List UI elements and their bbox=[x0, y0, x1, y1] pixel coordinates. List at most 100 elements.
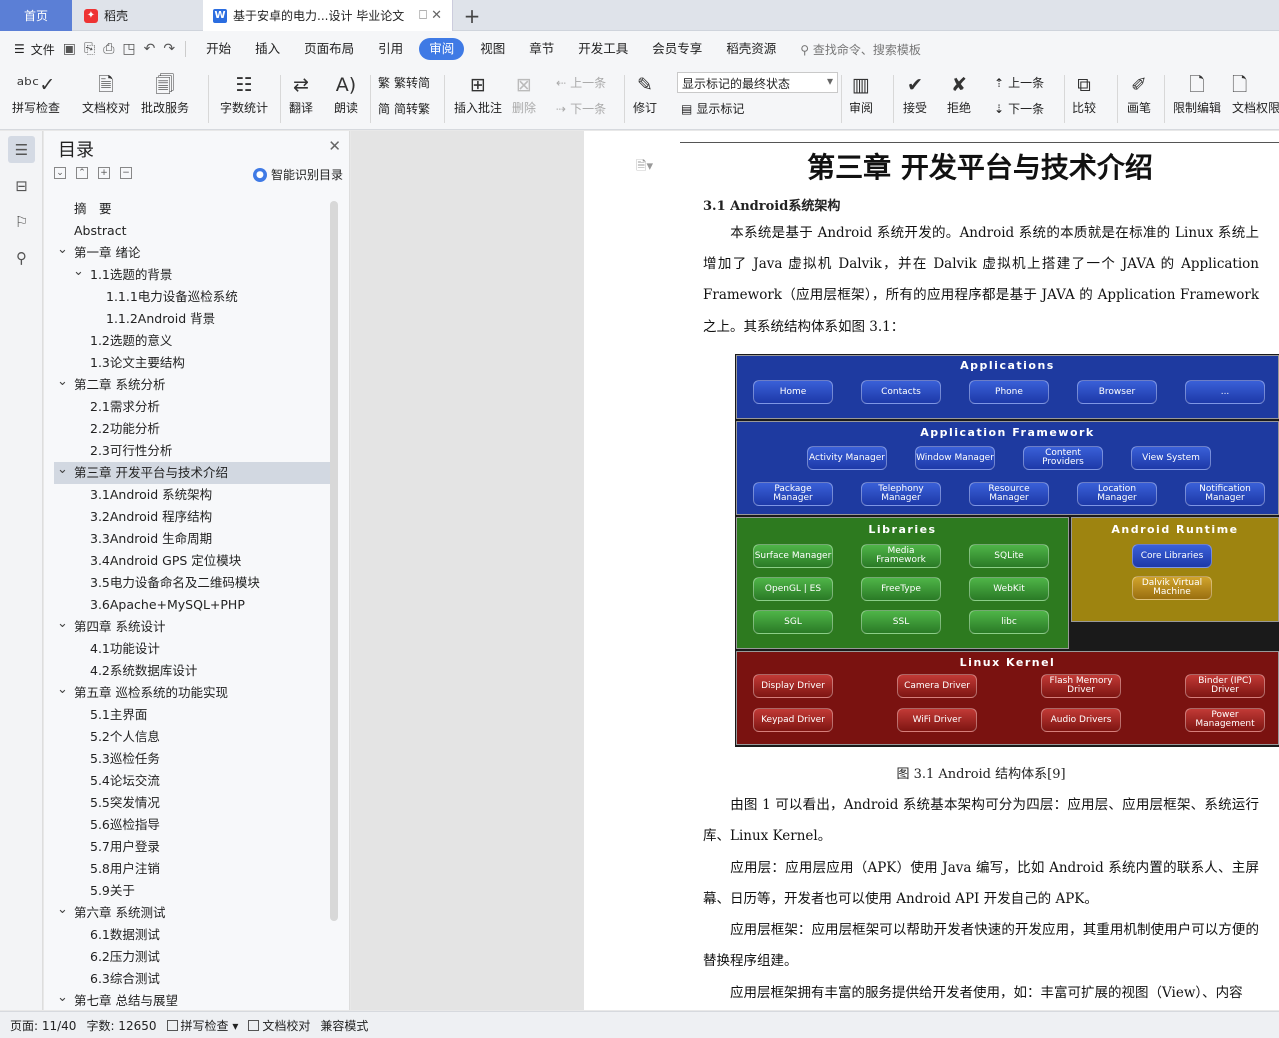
pen-button[interactable]: ✐ 画笔 bbox=[1127, 71, 1151, 116]
toc-item[interactable]: Abstract bbox=[54, 220, 330, 242]
toc-item[interactable]: 4.1功能设计 bbox=[54, 638, 330, 660]
toc-item[interactable]: 1.1.1电力设备巡检系统 bbox=[54, 286, 330, 308]
print-preview-icon[interactable]: ◳ bbox=[122, 41, 135, 57]
toc-item[interactable]: 5.5突发情况 bbox=[54, 792, 330, 814]
bookmark-icon[interactable]: ⚐ bbox=[8, 208, 35, 235]
toc-item[interactable]: ⌄ 第一章 绪论 bbox=[54, 242, 330, 264]
collapse-up-icon[interactable]: ⌃ bbox=[76, 167, 88, 179]
status-proofread[interactable]: 文档校对 bbox=[248, 1017, 310, 1034]
menu-tab[interactable]: 审阅 bbox=[419, 38, 465, 60]
toc-item[interactable]: 6.3综合测试 bbox=[54, 968, 330, 990]
toc-item[interactable]: 5.1主界面 bbox=[54, 704, 330, 726]
batch-service-button[interactable]: 🗐 批改服务 bbox=[141, 71, 189, 116]
toc-item[interactable]: ⌄ 第二章 系统分析 bbox=[54, 374, 330, 396]
command-search[interactable]: ⚲ 查找命令、搜索模板 bbox=[800, 41, 921, 58]
toc-item[interactable]: ⌄ 第七章 总结与展望 bbox=[54, 990, 330, 1012]
translate-button[interactable]: ⇄ 翻译 bbox=[289, 71, 313, 116]
toc-item[interactable]: ⌄ 1.1选题的背景 bbox=[54, 264, 330, 286]
toc-item[interactable]: 3.3Android 生命周期 bbox=[54, 528, 330, 550]
insert-comment-button[interactable]: ⊞ 插入批注 bbox=[454, 71, 502, 116]
toc-item[interactable]: ⌄ 第五章 巡检系统的功能实现 bbox=[54, 682, 330, 704]
toc-item[interactable]: 6.2压力测试 bbox=[54, 946, 330, 968]
chevron-down-icon[interactable]: ⌄ bbox=[57, 239, 68, 261]
search-icon[interactable]: ⚲ bbox=[8, 244, 35, 271]
toc-item[interactable]: 2.1需求分析 bbox=[54, 396, 330, 418]
toc-item[interactable]: 2.2功能分析 bbox=[54, 418, 330, 440]
redo-icon[interactable]: ↷ bbox=[163, 41, 175, 57]
toc-item[interactable]: 3.1Android 系统架构 bbox=[54, 484, 330, 506]
menu-tab[interactable]: 视图 bbox=[468, 38, 517, 60]
spell-check-button[interactable]: ᵃᵇᶜ✓ 拼写检查 bbox=[12, 71, 60, 116]
chevron-down-icon[interactable]: ⌄ bbox=[57, 679, 68, 701]
print-icon[interactable]: ⎙ bbox=[103, 41, 114, 57]
menu-tab[interactable]: 开始 bbox=[194, 38, 243, 60]
word-count-indicator[interactable]: 字数: 12650 bbox=[86, 1017, 156, 1034]
next-change-button[interactable]: ⇣ 下一条 bbox=[994, 100, 1044, 117]
save-icon[interactable]: ▣ bbox=[63, 41, 76, 57]
restrict-edit-button[interactable]: 🗋 限制编辑 bbox=[1173, 71, 1221, 116]
compare-button[interactable]: ⧉ 比较 bbox=[1072, 71, 1096, 116]
toc-item[interactable]: 3.6Apache+MySQL+PHP bbox=[54, 594, 330, 616]
menu-tab[interactable]: 开发工具 bbox=[566, 38, 640, 60]
close-icon[interactable]: ⎕ ✕ bbox=[419, 8, 442, 23]
menu-tab[interactable]: 引用 bbox=[366, 38, 415, 60]
menu-tab[interactable]: 页面布局 bbox=[292, 38, 366, 60]
review-pane-button[interactable]: ▥ 审阅 bbox=[849, 71, 873, 116]
tab-home[interactable]: 首页 bbox=[0, 0, 72, 31]
expand-down-icon[interactable]: ⌄ bbox=[54, 167, 66, 179]
delete-comment-button[interactable]: ⊠ 删除 bbox=[512, 71, 536, 116]
nav-pane-icon[interactable]: ⊟ bbox=[8, 172, 35, 199]
toc-item[interactable]: 5.4论坛交流 bbox=[54, 770, 330, 792]
show-markup-button[interactable]: ▤ 显示标记 bbox=[681, 100, 744, 117]
toc-item[interactable]: 3.5电力设备命名及二维码模块 bbox=[54, 572, 330, 594]
toc-item[interactable]: 5.7用户登录 bbox=[54, 836, 330, 858]
collapse-all-icon[interactable]: − bbox=[120, 167, 132, 179]
toc-item[interactable]: 3.4Android GPS 定位模块 bbox=[54, 550, 330, 572]
toc-item[interactable]: ⌄ 第四章 系统设计 bbox=[54, 616, 330, 638]
close-icon[interactable]: ✕ bbox=[328, 137, 341, 155]
word-count-button[interactable]: ☷ 字数统计 bbox=[220, 71, 268, 116]
toc-scrollbar[interactable] bbox=[330, 201, 338, 921]
toc-item[interactable]: 5.3巡检任务 bbox=[54, 748, 330, 770]
tab-document[interactable]: W 基于安卓的电力...设计 毕业论文 ⎕ ✕ bbox=[203, 0, 453, 31]
read-aloud-button[interactable]: A) 朗读 bbox=[334, 71, 358, 116]
toc-panel-icon[interactable]: ☰ bbox=[8, 136, 35, 163]
markup-state-select[interactable]: 显示标记的最终状态 bbox=[677, 72, 838, 93]
menu-tab[interactable]: 章节 bbox=[517, 38, 566, 60]
toc-item[interactable]: 3.2Android 程序结构 bbox=[54, 506, 330, 528]
tab-daoke[interactable]: ✦ 稻壳 bbox=[74, 0, 200, 31]
prev-change-button[interactable]: ⇡ 上一条 bbox=[994, 74, 1044, 91]
toc-item[interactable]: 5.6巡检指导 bbox=[54, 814, 330, 836]
toc-item[interactable]: 摘 要 bbox=[54, 198, 330, 220]
doc-permission-button[interactable]: 🗋 文档权限 bbox=[1232, 71, 1279, 116]
menu-tab[interactable]: 稻壳资源 bbox=[714, 38, 788, 60]
toc-item[interactable]: 1.3论文主要结构 bbox=[54, 352, 330, 374]
toc-item[interactable]: 1.2选题的意义 bbox=[54, 330, 330, 352]
prev-comment-button[interactable]: ⇠ 上一条 bbox=[556, 74, 606, 91]
toc-item-selected[interactable]: ⌄ 第三章 开发平台与技术介绍 bbox=[54, 462, 330, 484]
next-comment-button[interactable]: ⇢ 下一条 bbox=[556, 100, 606, 117]
undo-icon[interactable]: ↶ bbox=[144, 41, 156, 57]
menu-tab[interactable]: 插入 bbox=[243, 38, 292, 60]
export-pdf-icon[interactable]: ⎘ bbox=[84, 41, 95, 57]
toc-item[interactable]: 5.2个人信息 bbox=[54, 726, 330, 748]
new-tab-button[interactable]: + bbox=[460, 0, 484, 31]
toc-item[interactable]: 5.8用户注销 bbox=[54, 858, 330, 880]
status-spell-check[interactable]: 拼写检查 ▾ bbox=[166, 1017, 238, 1034]
toc-item[interactable]: ⌄ 第六章 系统测试 bbox=[54, 902, 330, 924]
toc-item[interactable]: 5.9关于 bbox=[54, 880, 330, 902]
toc-item[interactable]: 6.1数据测试 bbox=[54, 924, 330, 946]
smart-toc-button[interactable]: ● 智能识别目录 bbox=[252, 166, 343, 183]
expand-all-icon[interactable]: + bbox=[98, 167, 110, 179]
page-format-icon[interactable]: 🗎▾ bbox=[636, 157, 653, 179]
accept-button[interactable]: ✔ 接受 bbox=[903, 71, 927, 116]
doc-proofread-button[interactable]: 🗎 文档校对 bbox=[82, 71, 130, 116]
track-changes-button[interactable]: ✎ 修订 bbox=[633, 71, 657, 116]
toc-item[interactable]: 2.3可行性分析 bbox=[54, 440, 330, 462]
chevron-down-icon[interactable]: ⌄ bbox=[57, 371, 68, 393]
file-menu-button[interactable]: ☰ 文件 bbox=[0, 41, 63, 58]
simp-to-trad-button[interactable]: 简简转繁 bbox=[378, 100, 430, 117]
page-indicator[interactable]: 页面: 11/40 bbox=[10, 1017, 76, 1034]
chevron-down-icon[interactable]: ⌄ bbox=[57, 987, 68, 1009]
chevron-down-icon[interactable]: ⌄ bbox=[57, 613, 68, 635]
